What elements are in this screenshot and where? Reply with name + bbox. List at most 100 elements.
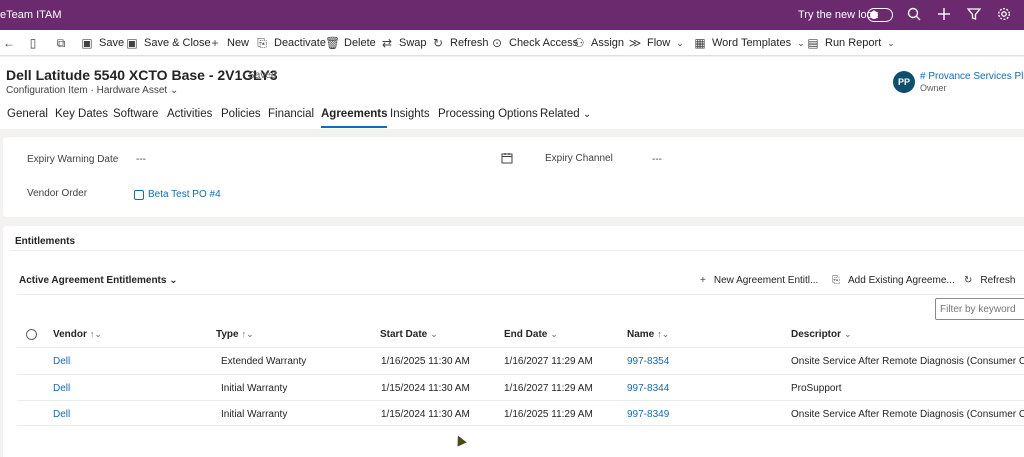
new-look-toggle[interactable] [867,8,893,22]
entitlements-section: Entitlements Active Agreement Entitlemen… [3,226,1024,457]
save-close-button[interactable]: ▣ Save & Close [125,35,210,51]
tab-related[interactable]: Related ⌄ [540,108,591,120]
swap-icon: ⇄ [381,36,393,50]
agreement-fields-section: Expiry Warning Date --- Expiry Channel -… [3,137,1024,217]
check-access-icon: ⊙ [491,36,503,50]
name-link[interactable]: 997-8349 [627,409,669,420]
tab-agreements[interactable]: Agreements [321,108,388,128]
record-icon [134,189,144,200]
flow-icon: ≫ [628,36,642,50]
save-button[interactable]: ▣ Save [80,35,124,51]
name-link[interactable]: 997-8344 [627,383,669,394]
chevron-down-icon: ⌄ [169,275,178,286]
table-row[interactable]: Dell Initial Warranty 1/15/2024 11:30 AM… [17,400,1024,426]
sort-ascending-icon: ↑⌄ [89,329,102,339]
back-button[interactable]: ← [2,35,21,51]
divider [17,294,1024,295]
vendor-link[interactable]: Dell [53,356,70,367]
refresh-icon: ↻ [964,275,973,286]
tab-general[interactable]: General [7,108,48,120]
end-date-cell: 1/16/2027 11:29 AM [504,383,593,394]
column-header-type[interactable]: Type ↑⌄ [216,329,254,340]
grid-refresh-button[interactable]: ↻ Refresh [964,275,1015,286]
deactivate-icon: ⎘ [257,35,267,50]
chevron-down-icon: ⌄ [844,329,852,339]
name-link[interactable]: 997-8354 [627,356,669,367]
check-access-button[interactable]: ⊙ Check Access [490,35,578,51]
table-row[interactable]: Dell Extended Warranty 1/16/2025 11:30 A… [17,347,1024,373]
tab-activities[interactable]: Activities [167,108,212,120]
form-selector[interactable]: Hardware Asset [97,85,168,96]
tab-insights[interactable]: Insights [390,108,430,120]
tab-software[interactable]: Software [113,108,158,120]
tab-financial[interactable]: Financial [268,108,314,120]
column-header-vendor[interactable]: Vendor ↑⌄ [53,329,102,340]
form-button[interactable]: ▯ [26,35,45,51]
back-icon: ← [3,36,15,50]
vendor-order-link[interactable]: Beta Test PO #4 [134,189,221,200]
plus-icon[interactable] [936,7,952,23]
record-title: Dell Latitude 5540 XCTO Base - 2V1GLY3 [6,67,278,83]
search-icon[interactable] [906,7,922,23]
trash-icon: 🗑 [325,36,341,50]
column-header-descriptor[interactable]: Descriptor ⌄ [791,329,852,340]
end-date-cell: 1/16/2025 11:29 AM [504,409,593,420]
chevron-down-icon: ⌄ [887,37,895,48]
chevron-down-icon: ⌄ [797,37,805,48]
expiry-channel-field[interactable]: --- [652,154,662,165]
open-window-icon: ⧉ [56,35,66,50]
gear-icon[interactable] [996,7,1012,23]
refresh-button[interactable]: ↻ Refresh [431,35,489,51]
select-all-radio[interactable] [26,329,37,340]
report-icon: ▤ [807,36,819,50]
save-status: - Saved [242,70,277,81]
view-selector[interactable]: Active Agreement Entitlements ⌄ [19,275,178,286]
new-button[interactable]: + New [208,35,249,51]
document-icon: ▯ [29,36,37,50]
add-existing-agreement-button[interactable]: ⎘ Add Existing Agreeme... [832,275,955,286]
owner-link[interactable]: # Provance Services Platfo [920,71,1024,82]
expiry-warning-date-field[interactable]: --- [136,154,146,165]
word-templates-button[interactable]: ▦ Word Templates ⌄ [693,35,805,51]
expiry-warning-date-label: Expiry Warning Date [27,154,119,165]
plus-icon: + [211,36,219,50]
new-agreement-entitlement-button[interactable]: + New Agreement Entitl... [700,275,818,286]
table-row[interactable]: Dell Initial Warranty 1/15/2024 11:30 AM… [17,374,1024,400]
sort-ascending-icon: ↑⌄ [657,329,670,339]
start-date-cell: 1/15/2024 11:30 AM [381,383,470,394]
start-date-cell: 1/16/2025 11:30 AM [381,356,470,367]
assign-button[interactable]: ⚇ Assign [572,35,624,51]
save-close-icon: ▣ [126,36,138,50]
sort-ascending-icon: ↑⌄ [241,329,254,339]
descriptor-cell: ProSupport [791,383,842,394]
owner-label: Owner [920,83,947,93]
column-header-start-date[interactable]: Start Date ⌄ [380,329,438,340]
tab-key-dates[interactable]: Key Dates [55,108,108,120]
column-header-end-date[interactable]: End Date ⌄ [504,329,558,340]
delete-button[interactable]: 🗑 Delete [325,35,376,51]
vendor-link[interactable]: Dell [53,409,70,420]
command-bar: ← ▯ ⧉ ▣ Save ▣ Save & Close + New ⎘ Deactiva… [0,30,1024,56]
deactivate-button[interactable]: ⎘ Deactivate [255,35,326,51]
swap-button[interactable]: ⇄ Swap [380,35,427,51]
column-header-name[interactable]: Name ↑⌄ [627,329,669,340]
calendar-icon[interactable] [501,152,513,167]
run-report-button[interactable]: ▤ Run Report ⌄ [806,35,895,51]
save-icon: ▣ [81,36,93,50]
tab-policies[interactable]: Policies [221,108,261,120]
filter-input[interactable] [935,298,1024,320]
app-bar: eTeam ITAM Try the new look [0,0,1024,30]
filter-icon[interactable] [966,7,982,23]
descriptor-cell: Onsite Service After Remote Diagnosis (C… [791,409,1024,420]
tab-processing-options[interactable]: Processing Options [438,108,538,120]
app-title: eTeam ITAM [0,9,62,21]
open-new-window-button[interactable]: ⧉ [54,35,73,51]
section-title: Entitlements [15,236,76,247]
flow-button[interactable]: ≫ Flow ⌄ [628,35,684,51]
entity-name: Configuration Item [6,85,88,96]
chevron-down-icon: ⌄ [550,329,558,339]
type-cell: Initial Warranty [221,409,288,420]
type-cell: Initial Warranty [221,383,288,394]
vendor-link[interactable]: Dell [53,383,70,394]
chevron-down-icon: ⌄ [430,329,438,339]
